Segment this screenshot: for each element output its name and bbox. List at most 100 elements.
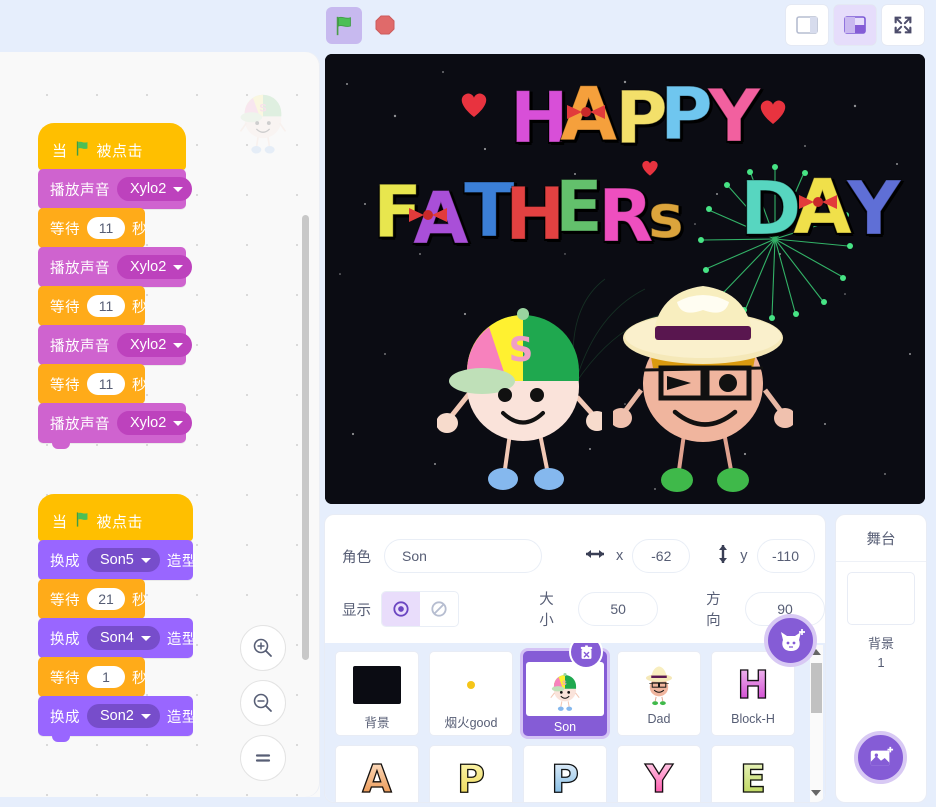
block-when-flag-clicked[interactable]: 当 被点击 <box>38 123 186 170</box>
stage-thumbnail[interactable] <box>847 572 915 625</box>
sprite-card-block-a[interactable]: A Block-A <box>335 745 419 802</box>
small-stage-button[interactable] <box>786 5 828 45</box>
sprite-card-block-y[interactable]: Y Block-Y <box>617 745 701 802</box>
stop-button[interactable] <box>370 10 400 40</box>
script-stack-1[interactable]: 当 被点击 播放声音 Xylo2 等待 11 秒 播放声音 X <box>38 124 186 443</box>
sprite-thumbnail <box>445 661 498 708</box>
horizontal-arrow-icon <box>584 547 606 566</box>
sprite-card-block-p2[interactable]: P Block-P2 <box>523 745 607 802</box>
large-stage-button[interactable] <box>834 5 876 45</box>
chevron-down-icon <box>141 558 151 563</box>
block-wait[interactable]: 等待 11 秒 <box>38 208 145 248</box>
block-wait[interactable]: 等待 11 秒 <box>38 286 145 326</box>
sprite-card-label: 背景 <box>364 712 389 731</box>
stage-letter-apostrophe-s: s <box>648 182 684 252</box>
vertical-arrow-icon <box>716 543 730 570</box>
add-sprite-button[interactable] <box>764 614 817 667</box>
costume-dropdown[interactable]: Son5 <box>87 548 160 572</box>
block-play-sound[interactable]: 播放声音 Xylo2 <box>38 247 186 287</box>
wait-seconds-input[interactable]: 11 <box>87 373 125 395</box>
large-stage-icon <box>844 16 866 34</box>
sprite-name-input[interactable] <box>384 539 542 573</box>
svg-text:S: S <box>259 102 266 114</box>
block-switch-costume[interactable]: 换成 Son2 造型 <box>38 696 193 736</box>
block-suffix: 造型 <box>167 628 197 649</box>
x-position-input[interactable] <box>632 539 690 573</box>
x-label: x <box>616 548 623 564</box>
sprite-thumbnail <box>351 661 404 708</box>
block-unit: 秒 <box>132 589 147 610</box>
stage-sprite-son[interactable]: S <box>437 289 602 499</box>
bow-icon <box>406 202 450 228</box>
scroll-down-arrow[interactable] <box>811 790 821 796</box>
show-sprite-button[interactable] <box>382 592 420 626</box>
block-switch-costume[interactable]: 换成 Son4 造型 <box>38 618 193 658</box>
block-when-flag-clicked[interactable]: 当 被点击 <box>38 494 193 541</box>
sprite-card-block-p[interactable]: P Block-P <box>429 745 513 802</box>
wait-seconds-input[interactable]: 21 <box>87 588 125 610</box>
zoom-out-button[interactable] <box>240 680 286 726</box>
block-play-sound[interactable]: 播放声音 Xylo2 <box>38 325 186 365</box>
block-label: 播放声音 <box>50 335 110 356</box>
stage-canvas[interactable]: H A P P Y F A T H E R s D A Y <box>325 54 925 504</box>
sprite-info-row-1: 角色 x y <box>325 532 825 580</box>
dropdown-value: Son2 <box>100 708 134 724</box>
sprite-list-scroll-thumb[interactable] <box>811 663 822 713</box>
wait-seconds-input[interactable]: 1 <box>87 666 125 688</box>
sound-dropdown[interactable]: Xylo2 <box>117 333 192 357</box>
wait-seconds-input[interactable]: 11 <box>87 217 125 239</box>
block-label: 等待 <box>50 374 80 395</box>
costume-dropdown[interactable]: Son4 <box>87 626 160 650</box>
dropdown-value: Son4 <box>100 630 134 646</box>
visibility-toggle[interactable] <box>381 591 459 627</box>
sprite-card-firework[interactable]: 烟火good <box>429 651 513 736</box>
sound-dropdown[interactable]: Xylo2 <box>117 177 192 201</box>
heart-icon <box>757 96 789 126</box>
letter-glyph: A <box>362 757 391 801</box>
wait-seconds-input[interactable]: 11 <box>87 295 125 317</box>
y-position-input[interactable] <box>757 539 815 573</box>
sprite-card-label: Dad <box>648 712 671 726</box>
code-vertical-scrollbar[interactable] <box>302 215 309 660</box>
block-wait[interactable]: 等待 11 秒 <box>38 364 145 404</box>
chevron-down-icon <box>173 265 183 270</box>
block-wait[interactable]: 等待 21 秒 <box>38 579 145 619</box>
sprite-thumbnail: P <box>539 755 592 802</box>
add-backdrop-button[interactable] <box>854 731 907 784</box>
fullscreen-icon <box>892 14 914 36</box>
heart-icon <box>458 89 490 119</box>
block-play-sound[interactable]: 播放声音 Xylo2 <box>38 169 186 209</box>
green-flag-button[interactable] <box>326 7 362 44</box>
sprite-thumbnail: A <box>351 755 404 802</box>
zoom-in-button[interactable] <box>240 625 286 671</box>
block-notch <box>52 442 70 449</box>
letter-glyph: P <box>551 757 579 801</box>
direction-label: 方向 <box>706 588 733 630</box>
scratch-editor: S 当 被点击 播放声音 Xylo2 <box>0 0 936 807</box>
block-label-suffix: 被点击 <box>97 511 144 532</box>
stage-sprite-dad[interactable] <box>613 272 793 502</box>
fullscreen-button[interactable] <box>882 5 924 45</box>
green-flag-icon <box>333 15 355 37</box>
sprite-card-backdrop[interactable]: 背景 <box>335 651 419 736</box>
sprite-card-dad[interactable]: Dad <box>617 651 701 736</box>
sound-dropdown[interactable]: Xylo2 <box>117 411 192 435</box>
sprite-list[interactable]: 背景 烟火good S <box>325 643 825 802</box>
zoom-reset-button[interactable] <box>240 735 286 781</box>
chevron-down-icon <box>173 421 183 426</box>
costume-dropdown[interactable]: Son2 <box>87 704 160 728</box>
dropdown-value: Son5 <box>100 552 134 568</box>
block-label: 等待 <box>50 667 80 688</box>
stage-letter-R: R <box>598 174 653 258</box>
script-stack-2[interactable]: 当 被点击 换成 Son5 造型 等待 21 秒 换成 <box>38 495 193 736</box>
block-label: 播放声音 <box>50 179 110 200</box>
block-play-sound[interactable]: 播放声音 Xylo2 <box>38 403 186 443</box>
sprite-card-block-e[interactable]: E Block-E <box>711 745 795 802</box>
hide-sprite-button[interactable] <box>420 592 458 626</box>
block-wait[interactable]: 等待 1 秒 <box>38 657 145 697</box>
sprite-card-label: Block-H <box>731 712 775 726</box>
top-toolbar <box>0 0 936 52</box>
block-switch-costume[interactable]: 换成 Son5 造型 <box>38 540 193 580</box>
size-input[interactable] <box>578 592 658 626</box>
sound-dropdown[interactable]: Xylo2 <box>117 255 192 279</box>
